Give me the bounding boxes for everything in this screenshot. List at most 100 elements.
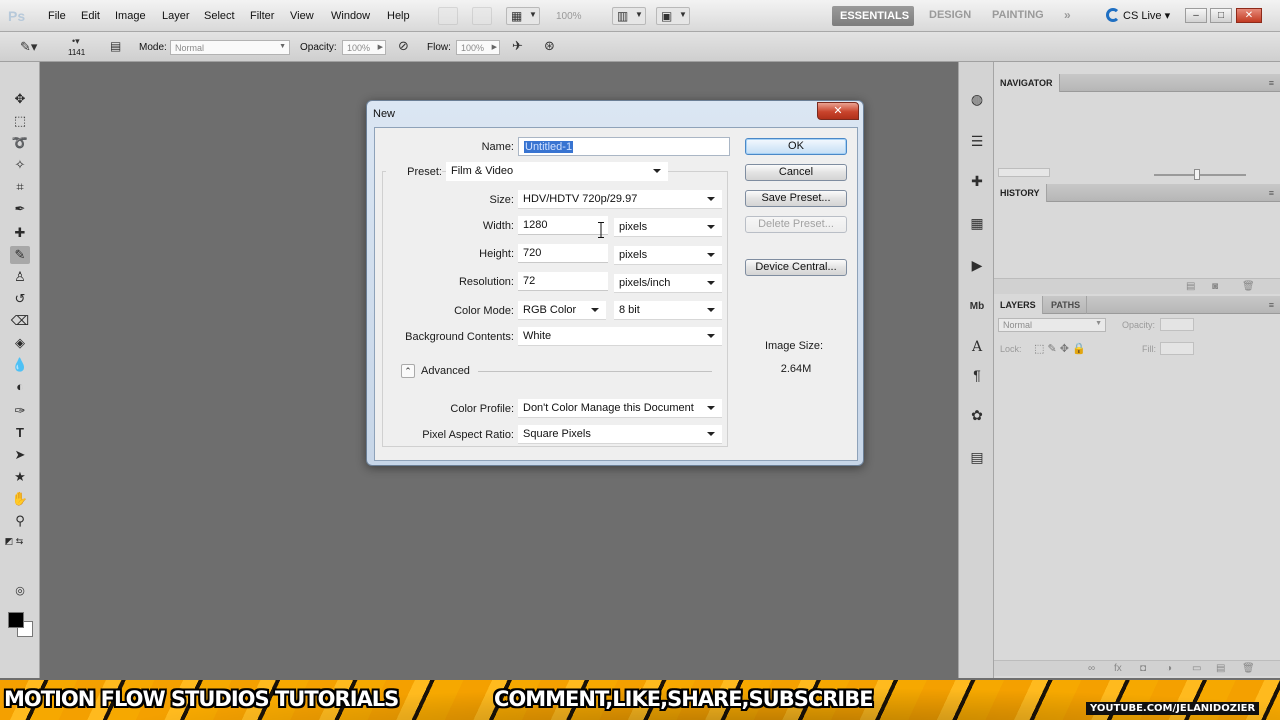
background-contents-select[interactable]: White (518, 327, 722, 346)
shape-tool-icon[interactable]: ★ (10, 468, 30, 486)
brush-tip-icon[interactable]: •▾ (72, 36, 80, 47)
color-profile-select[interactable]: Don't Color Manage this Document (518, 399, 722, 418)
device-central-button[interactable]: Device Central... (745, 259, 847, 276)
width-unit-select[interactable]: pixels (614, 218, 722, 237)
blur-tool-icon[interactable]: 💧 (10, 356, 30, 374)
tab-navigator[interactable]: NAVIGATOR (994, 74, 1060, 92)
menu-help[interactable]: Help (387, 10, 410, 22)
clone-stamp-tool-icon[interactable]: ♙ (10, 268, 30, 286)
size-select[interactable]: HDV/HDTV 720p/29.97 (518, 190, 722, 209)
new-document-icon[interactable]: ▤ (1186, 281, 1195, 292)
mini-bridge-button[interactable] (472, 7, 492, 25)
airbrush-icon[interactable]: ✈ (512, 38, 523, 54)
tab-history[interactable]: HISTORY (994, 184, 1047, 202)
menu-view[interactable]: View (290, 10, 314, 22)
trash-icon[interactable]: 🗑 (1242, 281, 1255, 292)
menu-edit[interactable]: Edit (81, 10, 100, 22)
zoom-tool-icon[interactable]: ⚲ (10, 512, 30, 530)
arrange-documents-button[interactable]: ▥ ▼ (612, 7, 646, 25)
menu-filter[interactable]: Filter (250, 10, 274, 22)
close-window-button[interactable]: ✕ (1236, 8, 1262, 23)
histogram-dock-icon[interactable]: ✚ (967, 172, 987, 190)
screen-mode-button[interactable]: ▣ ▼ (656, 7, 690, 25)
delete-layer-icon[interactable]: 🗑 (1242, 663, 1255, 674)
view-extras-button[interactable]: ▦ ▼ (506, 7, 540, 25)
lock-pixels-icon[interactable]: ⬚ ✎ ✥ 🔒 (1034, 342, 1086, 355)
link-layers-icon[interactable]: ∞ (1088, 663, 1095, 674)
adjustments-dock-icon[interactable]: ☰ (967, 132, 987, 150)
adjustment-layer-icon[interactable]: ◑ (1166, 663, 1172, 674)
tab-layers[interactable]: LAYERS (994, 296, 1043, 314)
menu-layer[interactable]: Layer (162, 10, 190, 22)
hand-tool-icon[interactable]: ✋ (10, 490, 30, 508)
camera-icon[interactable]: ◙ (1212, 281, 1218, 292)
advanced-toggle-icon[interactable]: ⌃ (401, 364, 415, 378)
zoom-level[interactable]: 100% (556, 11, 582, 22)
dodge-tool-icon[interactable]: ◐ (10, 378, 30, 396)
pen-tool-icon[interactable]: ✑ (10, 402, 30, 420)
default-colors-icon[interactable]: ◩ ⇆ (4, 532, 24, 550)
swatches-dock-icon[interactable]: ▦ (967, 214, 987, 232)
path-select-tool-icon[interactable]: ➤ (10, 446, 30, 464)
workspace-painting[interactable]: PAINTING (992, 9, 1044, 21)
navigator-dock-icon[interactable]: ◍ (967, 90, 987, 108)
layer-style-icon[interactable]: fx (1114, 663, 1122, 674)
history-brush-tool-icon[interactable]: ↺ (10, 290, 30, 308)
menu-image[interactable]: Image (115, 10, 146, 22)
advanced-label[interactable]: Advanced (421, 365, 470, 377)
foreground-color-swatch[interactable] (8, 612, 24, 628)
cs-live-button[interactable]: CS Live ▾ (1106, 8, 1170, 22)
pixel-aspect-ratio-select[interactable]: Square Pixels (518, 425, 722, 444)
height-input[interactable]: 720 (518, 244, 608, 263)
opacity-field[interactable]: 100% ▶ (342, 40, 386, 55)
paragraph-dock-icon[interactable]: ¶ (967, 366, 987, 384)
marquee-tool-icon[interactable]: ⬚ (10, 112, 30, 130)
pressure-opacity-icon[interactable]: ⊘ (398, 38, 409, 54)
name-input[interactable]: Untitled-1 (518, 137, 730, 156)
brush-preset-icon[interactable]: ✎▾ (20, 39, 37, 55)
eraser-tool-icon[interactable]: ⌫ (10, 312, 30, 330)
character-dock-icon[interactable]: A (967, 338, 987, 356)
menu-select[interactable]: Select (204, 10, 235, 22)
mode-select[interactable]: Normal ▼ (170, 40, 290, 55)
quick-mask-icon[interactable]: ◎ (10, 582, 30, 600)
crop-tool-icon[interactable]: ⌗ (10, 178, 30, 196)
lasso-tool-icon[interactable]: ➰ (10, 134, 30, 152)
layers-fill-field[interactable] (1160, 342, 1194, 355)
workspace-essentials[interactable]: ESSENTIALS (832, 6, 914, 26)
width-input[interactable]: 1280 (518, 216, 608, 235)
navigator-slider-handle[interactable] (1194, 169, 1200, 180)
paint-bucket-tool-icon[interactable]: ◈ (10, 334, 30, 352)
cancel-button[interactable]: Cancel (745, 164, 847, 181)
navigator-zoom-field[interactable] (998, 168, 1050, 177)
menu-file[interactable]: File (48, 10, 66, 22)
layers-blend-mode-select[interactable]: Normal ▼ (998, 318, 1106, 332)
resolution-input[interactable]: 72 (518, 272, 608, 291)
quick-select-tool-icon[interactable]: ✧ (10, 156, 30, 174)
minimize-button[interactable]: ‒ (1185, 8, 1207, 23)
new-layer-icon[interactable]: ▤ (1216, 663, 1225, 674)
brush-presets-dock-icon[interactable]: ✿ (967, 406, 987, 424)
panel-menu-icon[interactable]: ≡ (1269, 188, 1274, 198)
healing-brush-tool-icon[interactable]: ✚ (10, 224, 30, 242)
preset-select[interactable]: Film & Video (446, 162, 668, 181)
delete-preset-button[interactable]: Delete Preset... (745, 216, 847, 233)
workspace-design[interactable]: DESIGN (929, 9, 971, 21)
ok-button[interactable]: OK (745, 138, 847, 155)
more-workspaces-icon[interactable]: » (1064, 8, 1071, 22)
layers-opacity-field[interactable] (1160, 318, 1194, 331)
pressure-size-icon[interactable]: ⊛ (544, 38, 555, 54)
restore-button[interactable]: □ (1210, 8, 1232, 23)
type-tool-icon[interactable]: T (10, 424, 30, 442)
height-unit-select[interactable]: pixels (614, 246, 722, 265)
bit-depth-select[interactable]: 8 bit (614, 301, 722, 320)
actions-dock-icon[interactable]: ▶ (967, 256, 987, 274)
save-preset-button[interactable]: Save Preset... (745, 190, 847, 207)
mini-bridge-dock-icon[interactable]: Mb (967, 298, 987, 316)
flow-field[interactable]: 100% ▶ (456, 40, 500, 55)
eyedropper-tool-icon[interactable]: ✒ (10, 200, 30, 218)
bridge-button[interactable] (438, 7, 458, 25)
panel-menu-icon[interactable]: ≡ (1269, 78, 1274, 88)
move-tool-icon[interactable]: ✥ (10, 90, 30, 108)
notes-dock-icon[interactable]: ▤ (967, 448, 987, 466)
